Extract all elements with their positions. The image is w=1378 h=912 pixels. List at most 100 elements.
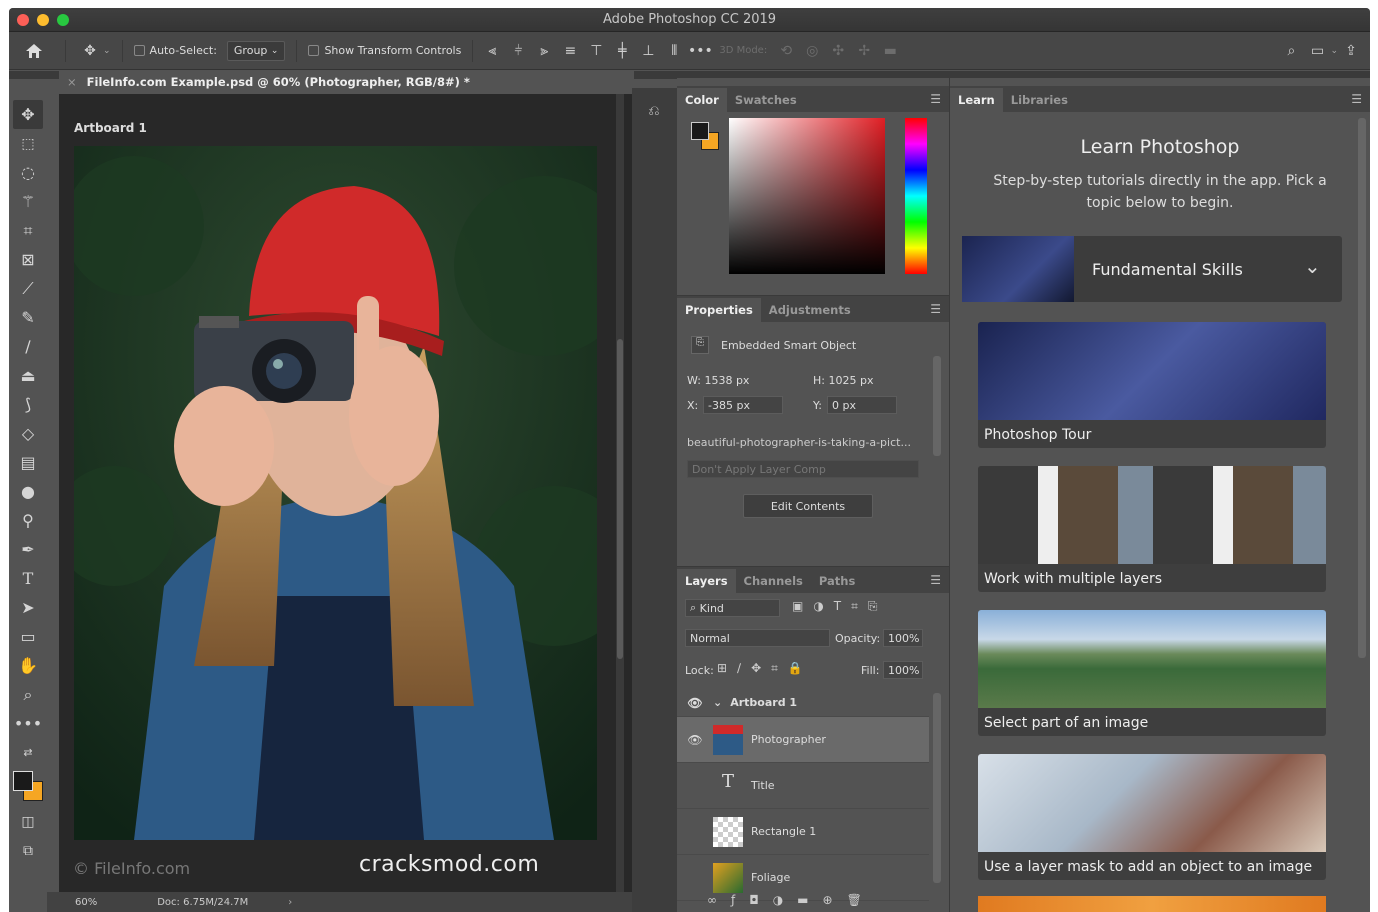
show-transform-checkbox[interactable]: Show Transform Controls [303, 32, 466, 69]
magic-wand-tool[interactable]: ⚚ [9, 187, 47, 216]
auto-select-checkbox[interactable]: Auto-Select: [129, 32, 222, 69]
layer-filter-dropdown[interactable]: ⌕ Kind [685, 599, 780, 617]
fill-field[interactable]: 100% [883, 661, 923, 679]
status-arrow-icon[interactable]: › [288, 897, 292, 908]
marquee-tool[interactable]: ⬚ [9, 129, 47, 158]
tab-swatches[interactable]: Swatches [727, 88, 805, 112]
distribute-v-icon[interactable]: ⦀ [661, 38, 687, 64]
dodge-tool[interactable]: ⚲ [9, 506, 47, 535]
align-center-h-icon[interactable]: ⫩ [505, 38, 531, 64]
menu-icon[interactable]: ☰ [930, 92, 941, 106]
align-right-icon[interactable]: ⫸ [531, 38, 557, 64]
tab-layers[interactable]: Layers [677, 569, 736, 593]
tab-channels[interactable]: Channels [736, 569, 811, 593]
lock-icons[interactable]: ⊞∕✥⌗🔒 [717, 661, 813, 676]
tab-color[interactable]: Color [677, 88, 727, 112]
type-tool[interactable]: T [9, 564, 47, 593]
doc-size[interactable]: Doc: 6.75M/24.7M [157, 897, 248, 908]
distribute-icon[interactable]: ≡ [557, 38, 583, 64]
x-field[interactable]: -385 px [703, 396, 783, 414]
layer-row-rectangle[interactable]: Rectangle 1 [677, 809, 929, 855]
properties-scrollbar[interactable] [933, 356, 941, 456]
tab-properties[interactable]: Properties [677, 298, 761, 322]
tutorial-card-mask[interactable]: Use a layer mask to add an object to an … [978, 754, 1326, 880]
collapsed-panel-strip: ⎌ [632, 88, 677, 912]
expand-chevron-icon[interactable]: ⌄ [713, 696, 722, 709]
chevron-down-icon[interactable]: ⌄ [1304, 254, 1321, 278]
eraser-tool[interactable]: ◇ [9, 419, 47, 448]
screen-mode-icon[interactable]: ⧉ [9, 836, 47, 865]
brush-tool[interactable]: ∕ [9, 332, 47, 361]
edit-toolbar-icon[interactable]: ••• [9, 709, 47, 738]
align-middle-icon[interactable]: ╪ [609, 38, 635, 64]
layer-filter-icons[interactable]: ▣◑T⌗⎘ [792, 599, 888, 614]
eye-icon[interactable]: 👁 [677, 696, 713, 710]
workspace-icon[interactable]: ▭ [1304, 38, 1330, 64]
fundamental-skills-header[interactable]: Fundamental Skills ⌄ [962, 236, 1342, 302]
width-value[interactable]: 1538 px [704, 374, 749, 387]
history-brush-tool[interactable]: ⟆ [9, 390, 47, 419]
healing-tool[interactable]: ✎ [9, 303, 47, 332]
move-tool-preset[interactable]: ✥ ⌄ [72, 32, 116, 69]
share-icon[interactable]: ⇪ [1338, 38, 1364, 64]
lasso-tool[interactable]: ◌ [9, 158, 47, 187]
menu-icon[interactable]: ☰ [1351, 92, 1362, 106]
color-swatches[interactable] [9, 767, 47, 807]
search-icon[interactable]: ⌕ [1278, 38, 1304, 64]
tab-learn[interactable]: Learn [950, 88, 1003, 112]
tab-libraries[interactable]: Libraries [1003, 88, 1076, 112]
more-options-icon[interactable]: ••• [687, 38, 713, 64]
auto-select-target-dropdown[interactable]: Group ⌄ [226, 40, 286, 61]
stamp-tool[interactable]: ⏏ [9, 361, 47, 390]
blur-tool[interactable]: ● [9, 477, 47, 506]
eye-icon[interactable]: 👁 [677, 733, 713, 747]
home-icon [26, 43, 42, 58]
gradient-tool[interactable]: ▤ [9, 448, 47, 477]
canvas-scrollbar[interactable] [616, 94, 624, 892]
zoom-level[interactable]: 60% [75, 897, 97, 908]
y-field[interactable]: 0 px [827, 396, 897, 414]
layer-comp-dropdown[interactable]: Don't Apply Layer Comp [687, 460, 919, 478]
layer-row-photographer[interactable]: 👁 Photographer [677, 717, 929, 763]
frame-tool[interactable]: ⊠ [9, 245, 47, 274]
quick-mask-icon[interactable]: ◫ [9, 807, 47, 836]
foreground-color-swatch[interactable] [13, 771, 33, 791]
close-tab-icon[interactable]: × [67, 75, 77, 89]
height-value[interactable]: 1025 px [828, 374, 873, 387]
3d-camera-icon: ▬ [883, 42, 897, 59]
artboard-group-row[interactable]: 👁 ⌄ Artboard 1 [677, 689, 929, 717]
tutorial-card-layers[interactable]: Work with multiple layers [978, 466, 1326, 592]
home-button[interactable] [9, 32, 59, 69]
align-top-icon[interactable]: ⊤ [583, 38, 609, 64]
opacity-field[interactable]: 100% [883, 629, 923, 647]
color-field[interactable] [729, 118, 885, 274]
tutorial-card-next[interactable] [978, 896, 1326, 912]
hand-tool[interactable]: ✋ [9, 651, 47, 680]
history-icon[interactable]: ⎌ [642, 103, 666, 127]
tutorial-card-tour[interactable]: Photoshop Tour [978, 322, 1326, 448]
edit-contents-button[interactable]: Edit Contents [743, 494, 873, 518]
color-fg-swatch[interactable] [691, 122, 709, 140]
tab-adjustments[interactable]: Adjustments [761, 298, 859, 322]
layer-row-title[interactable]: T Title [677, 763, 929, 809]
align-bottom-icon[interactable]: ⊥ [635, 38, 661, 64]
move-tool[interactable]: ✥ [13, 100, 43, 129]
menu-icon[interactable]: ☰ [930, 302, 941, 316]
zoom-tool[interactable]: ⌕ [9, 680, 47, 709]
hue-slider[interactable] [905, 118, 927, 274]
align-left-icon[interactable]: ⫷ [479, 38, 505, 64]
learn-scrollbar[interactable] [1358, 118, 1366, 658]
tab-paths[interactable]: Paths [811, 569, 863, 593]
menu-icon[interactable]: ☰ [930, 573, 941, 587]
layers-scrollbar[interactable] [933, 693, 941, 883]
tutorial-card-select[interactable]: Select part of an image [978, 610, 1326, 736]
document-canvas[interactable]: Artboard 1 © FileInfo.com cracksmod.com [59, 94, 634, 892]
rectangle-tool[interactable]: ▭ [9, 622, 47, 651]
blend-mode-dropdown[interactable]: Normal [685, 629, 830, 647]
path-selection-tool[interactable]: ➤ [9, 593, 47, 622]
document-tab[interactable]: × FileInfo.com Example.psd @ 60% (Photog… [59, 71, 634, 93]
pen-tool[interactable]: ✒ [9, 535, 47, 564]
crop-tool[interactable]: ⌗ [9, 216, 47, 245]
eyedropper-tool[interactable]: ⟋ [9, 274, 47, 303]
swap-colors-icon[interactable]: ⇄ [9, 738, 47, 767]
